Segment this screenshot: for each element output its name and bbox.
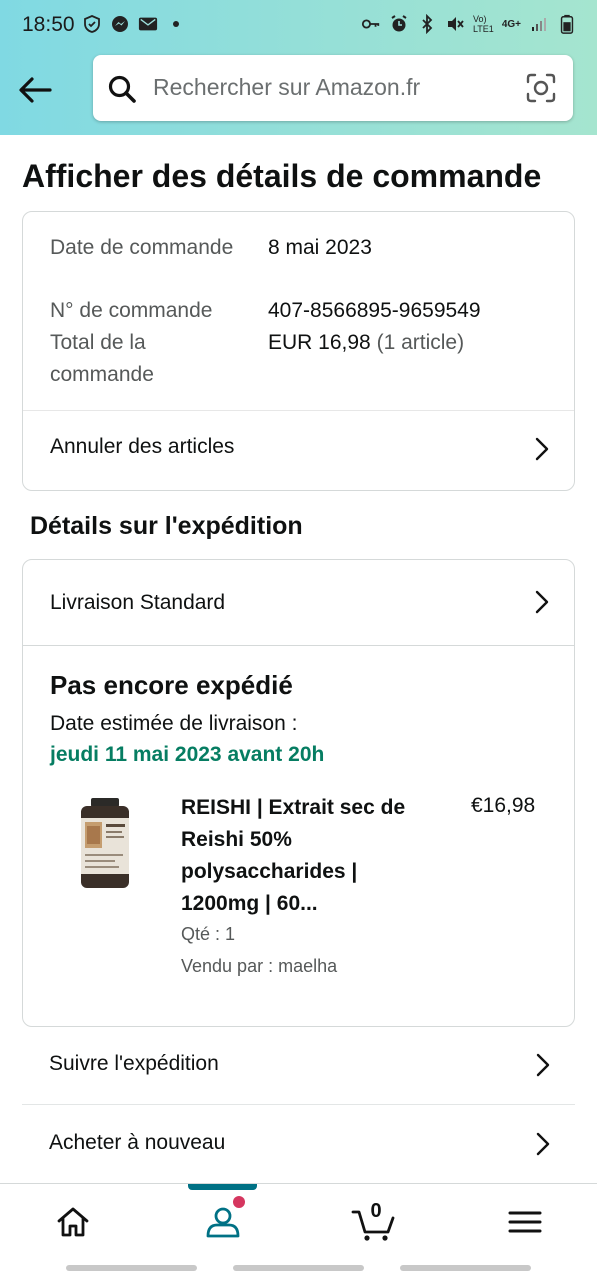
mute-icon [447, 17, 464, 31]
order-total-value: EUR 16,98 [268, 331, 371, 354]
account-icon[interactable] [203, 1202, 243, 1242]
battery-icon [560, 14, 574, 34]
status-system-icons: Vo) LTE1 4G+ [361, 14, 577, 34]
search-input[interactable]: Rechercher sur Amazon.fr [93, 55, 573, 121]
dot-icon [173, 21, 179, 27]
shipping-method-row[interactable]: Livraison Standard [23, 560, 574, 646]
signal-icon [532, 18, 546, 31]
volte-indicator: Vo) LTE1 [473, 14, 494, 34]
order-total: EUR 16,98 (1 article) [268, 327, 464, 359]
page-title: Afficher des détails de commande [22, 158, 542, 194]
order-summary-card: Date de commande 8 mai 2023 N° de comman… [22, 211, 575, 491]
product-quantity: Qté : 1 [181, 924, 236, 944]
shipping-section-title: Détails sur l'expédition [30, 512, 303, 540]
order-date-label: Date de commande [50, 236, 234, 259]
order-date-value: 8 mai 2023 [268, 236, 372, 259]
gesture-bar-right [400, 1265, 531, 1271]
status-notifications [82, 14, 186, 34]
order-item-count: (1 article) [376, 331, 465, 354]
buy-again-label: Acheter à nouveau [49, 1131, 226, 1154]
shipping-method-label: Livraison Standard [50, 591, 226, 614]
product-image[interactable] [77, 798, 133, 890]
outlook-mail-icon [138, 17, 158, 31]
shipment-card: Livraison Standard Pas encore expédié Da… [22, 559, 575, 1027]
gesture-bar-left [66, 1265, 197, 1271]
cart-count: 0 [370, 1200, 382, 1222]
shield-check-icon [84, 15, 100, 33]
volte-label: Vo) [472, 14, 487, 24]
product-seller: Vendu par : maelha [181, 956, 338, 976]
search-placeholder: Rechercher sur Amazon.fr [153, 74, 421, 100]
alarm-icon [391, 15, 407, 32]
bottom-navigation: 0 [0, 1183, 597, 1259]
lte-label: LTE1 [472, 24, 494, 34]
bluetooth-icon [422, 14, 433, 34]
chevron-right-icon [535, 437, 549, 461]
status-time: 18:50 [22, 13, 75, 36]
buy-again-row[interactable]: Acheter à nouveau [22, 1106, 575, 1184]
delivery-estimate-date: jeudi 11 mai 2023 avant 20h [50, 743, 325, 766]
cancel-items-row[interactable]: Annuler des articles [23, 411, 574, 490]
track-shipment-row[interactable]: Suivre l'expédition [22, 1027, 575, 1105]
product-price: €16,98 [471, 794, 536, 817]
order-number-value: 407-8566895-9659549 [268, 299, 481, 322]
chevron-right-icon [536, 1132, 550, 1156]
chevron-right-icon [536, 1053, 550, 1077]
order-total-label: Total de la commande [50, 331, 154, 386]
cancel-items-label: Annuler des articles [50, 435, 235, 458]
menu-icon[interactable] [505, 1202, 545, 1242]
back-arrow-icon[interactable] [16, 70, 56, 110]
order-number-label: N° de commande [50, 299, 213, 322]
search-icon [108, 75, 136, 103]
status-bar: 18:50 Vo) LTE1 4G+ [0, 0, 597, 52]
track-shipment-label: Suivre l'expédition [49, 1052, 219, 1075]
notification-dot [233, 1196, 245, 1208]
key-icon [361, 19, 380, 29]
product-title[interactable]: REISHI | Extrait sec de Reishi 50% polys… [181, 792, 421, 920]
home-icon[interactable] [53, 1202, 93, 1242]
network-type: 4G+ [501, 18, 521, 30]
chevron-right-icon [535, 590, 549, 614]
camera-lens-icon[interactable] [525, 72, 557, 104]
shipment-status: Pas encore expédié [50, 670, 293, 700]
messenger-icon [112, 16, 128, 32]
app-header: 18:50 Vo) LTE1 4G+ Rechercher sur Amazon… [0, 0, 597, 135]
delivery-estimate-label: Date estimée de livraison : [50, 712, 298, 735]
gesture-bar-center [233, 1265, 364, 1271]
active-tab-indicator [188, 1184, 257, 1190]
